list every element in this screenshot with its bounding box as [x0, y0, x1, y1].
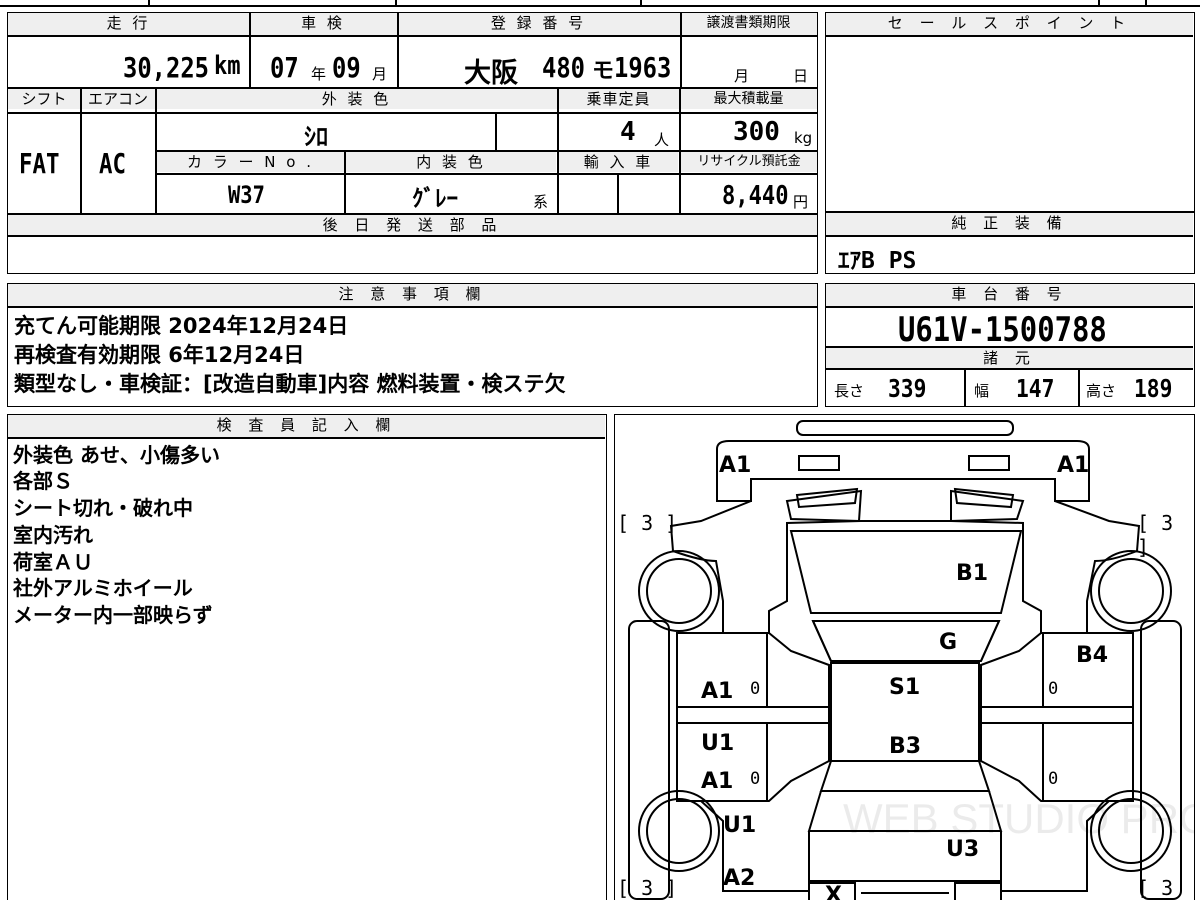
genuine-equipment-box: 純 正 装 備 ｴｱB PS — [825, 212, 1195, 274]
mark-front-right: A1 — [1057, 453, 1090, 478]
tire-rear-left: [ 3 ] — [617, 876, 678, 900]
notes-line-2: 再検査有効期限 6年12月24日 — [14, 343, 305, 367]
notes-line-1: 充てん可能期限 2024年12月24日 — [14, 314, 349, 338]
later-parts-header: 後 日 発 送 部 品 — [8, 215, 817, 235]
mark-right-front-door: B4 — [1076, 643, 1109, 668]
capacity-unit: 人 — [654, 131, 670, 149]
capacity-value: 4 — [620, 117, 636, 147]
inspection-year: 07 — [270, 51, 299, 84]
mark-roof: S1 — [889, 675, 921, 700]
width-label: 幅 — [974, 382, 990, 400]
specs-header: 諸 元 — [826, 348, 1193, 368]
inspector-line-4: 室内汚れ — [13, 523, 93, 547]
interior-color-header: 内 装 色 — [346, 152, 556, 172]
sales-point-header: セ ー ル ス ポ イ ン ト — [826, 13, 1193, 35]
watermark: WEB STUDIO PRO — [843, 795, 1195, 842]
tire-front-right: [ 3 ] — [1137, 511, 1174, 559]
chassis-box: 車 台 番 号 U61V-1500788 諸 元 長さ 339 幅 147 高さ… — [825, 283, 1195, 407]
inspector-line-5: 荷室ＡＵ — [13, 550, 93, 574]
condition-diagram-box: A1 A1 [ 3 ] [ 3 ] [ 3 ] [ 3 ] B1 G S1 B3… — [614, 414, 1195, 900]
tire-rear-right: [ 3 ] — [1137, 876, 1174, 900]
registration-header: 登 録 番 号 — [397, 13, 680, 35]
length-label: 長さ — [834, 382, 865, 400]
inspector-box: 検 査 員 記 入 欄 外装色 あせ、小傷多い 各部Ｓ シート切れ・破れ中 室内… — [7, 414, 607, 900]
import-header: 輸 入 車 — [559, 152, 678, 172]
inspector-line-6: 社外アルミホイール — [13, 576, 193, 600]
transfer-month-unit: 月 — [734, 67, 750, 85]
interior-color-value: ｸﾞﾚｰ — [412, 186, 458, 212]
zero-mark-1: 0 — [750, 679, 761, 699]
mark-left-rear-door: A1 — [701, 769, 734, 794]
aircon-header: エアコン — [81, 89, 155, 109]
inspection-header: 車 検 — [249, 13, 397, 35]
genuine-equipment-value: ｴｱB PS — [838, 248, 917, 274]
mark-hood: B1 — [956, 561, 989, 586]
capacity-header: 乗車定員 — [558, 89, 679, 109]
mileage-header: 走 行 — [8, 13, 249, 35]
mark-rear-bumper: X — [825, 883, 842, 900]
vehicle-info-table: 走 行 車 検 登 録 番 号 譲渡書類期限 30,225 km 07 年 09… — [7, 12, 818, 274]
chassis-number: U61V-1500788 — [898, 310, 1107, 350]
mark-rear-roof: B3 — [889, 734, 922, 759]
sales-point-box: セ ー ル ス ポ イ ン ト — [825, 12, 1195, 212]
registration-area: 大阪 — [464, 58, 518, 89]
notes-box: 注 意 事 項 欄 充てん可能期限 2024年12月24日 再検査有効期限 6年… — [7, 283, 818, 407]
inspector-line-1: 外装色 あせ、小傷多い — [13, 443, 220, 467]
exterior-color-value: ｼﾛ — [304, 123, 328, 151]
inspection-month: 09 — [332, 51, 361, 84]
notes-line-3: 類型なし・車検証：[改造自動車]内容 燃料装置・検ステ欠 — [14, 372, 566, 396]
notes-header: 注 意 事 項 欄 — [8, 284, 817, 306]
aircon-value: AC — [99, 147, 126, 180]
mark-left-rear-corner: A2 — [723, 866, 756, 891]
recycle-value: 8,440 — [722, 181, 789, 211]
mark-windshield: G — [939, 630, 958, 655]
genuine-equipment-header: 純 正 装 備 — [826, 213, 1193, 235]
mileage-value: 30,225 — [123, 51, 209, 84]
mark-left-rear-fender: U1 — [723, 813, 757, 838]
zero-mark-3: 0 — [750, 769, 761, 789]
interior-color-suffix: 系 — [533, 193, 549, 211]
max-load-value: 300 — [733, 117, 780, 147]
color-no-value: W37 — [228, 181, 265, 209]
inspection-year-unit: 年 — [311, 65, 327, 83]
shift-value: FAT — [19, 147, 60, 180]
registration-number: 1963 — [614, 51, 672, 84]
recycle-header: リサイクル預託金 — [681, 152, 817, 172]
transfer-day-unit: 日 — [793, 67, 809, 85]
max-load-unit: kg — [794, 129, 813, 147]
shift-header: シフト — [8, 89, 80, 109]
registration-class: 480 — [542, 51, 585, 84]
color-no-header: カ ラ ー N o . — [157, 152, 344, 172]
inspector-line-7: メーター内一部映らず — [13, 603, 213, 627]
tire-front-left: [ 3 ] — [617, 511, 678, 535]
zero-mark-2: 0 — [1048, 679, 1059, 699]
mileage-unit: km — [214, 51, 241, 81]
inspector-header: 検 査 員 記 入 欄 — [8, 415, 605, 437]
max-load-header: 最大積載量 — [680, 89, 817, 109]
mark-left-rear-upper: U1 — [701, 731, 735, 756]
inspection-month-unit: 月 — [372, 65, 388, 83]
exterior-color-header: 外 装 色 — [156, 89, 557, 109]
height-value: 189 — [1134, 374, 1173, 403]
height-label: 高さ — [1086, 382, 1117, 400]
registration-kana: モ — [592, 59, 615, 84]
inspector-line-3: シート切れ・破れ中 — [13, 496, 193, 520]
zero-mark-4: 0 — [1048, 769, 1059, 789]
mark-front-left: A1 — [719, 453, 752, 478]
width-value: 147 — [1016, 374, 1055, 403]
length-value: 339 — [888, 374, 927, 403]
recycle-unit: 円 — [793, 193, 809, 211]
chassis-header: 車 台 番 号 — [826, 284, 1193, 306]
mark-left-front-door: A1 — [701, 679, 734, 704]
transfer-deadline-header: 譲渡書類期限 — [680, 13, 817, 35]
inspector-line-2: 各部Ｓ — [13, 469, 73, 493]
